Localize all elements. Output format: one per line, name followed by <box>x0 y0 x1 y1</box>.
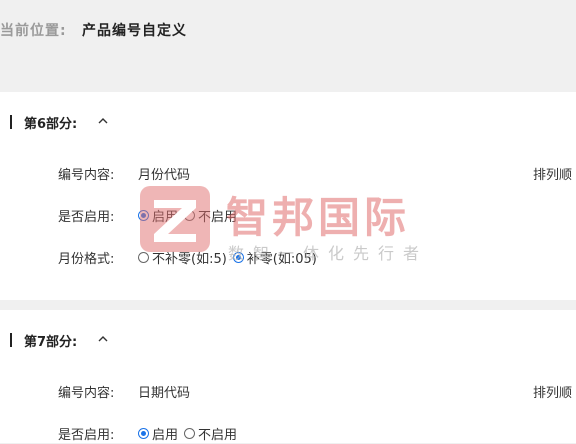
section-6-card: 第6部分: 编号内容: 月份代码 排列顺 是否启用: 启用 不启用 月份格式: … <box>0 92 576 300</box>
format-no-pad-radio[interactable]: 不补零(如:5) <box>138 248 227 267</box>
enable-on-label: 启用 <box>152 210 179 225</box>
enable-row: 是否启用: 启用 不启用 <box>0 424 576 444</box>
top-bar: 当前位置: 产品编号自定义 <box>0 0 576 60</box>
section-6-title: 第6部分: <box>24 116 78 132</box>
enable-label: 是否启用: <box>58 428 115 443</box>
section-7-card: 第7部分: 编号内容: 日期代码 排列顺 是否启用: 启用 不启用 <box>0 310 576 443</box>
enable-on-radio[interactable]: 启用 <box>138 424 178 443</box>
page-title: 产品编号自定义 <box>82 23 187 39</box>
enable-label: 是否启用: <box>58 210 115 225</box>
enable-off-radio[interactable]: 不启用 <box>184 424 237 443</box>
enable-off-label: 不启用 <box>198 210 238 225</box>
format-label: 月份格式: <box>58 252 115 267</box>
enable-off-radio[interactable]: 不启用 <box>184 206 237 225</box>
format-pad-radio[interactable]: 补零(如:05) <box>232 248 317 267</box>
radio-checked-icon[interactable] <box>232 252 244 263</box>
content-value: 日期代码 <box>138 386 191 401</box>
enable-on-radio[interactable]: 启用 <box>138 206 178 225</box>
section-7-header: 第7部分: <box>10 332 78 350</box>
chevron-up-icon[interactable] <box>96 114 110 128</box>
radio-unchecked-icon[interactable] <box>138 252 149 263</box>
radio-checked-icon[interactable] <box>138 210 149 221</box>
format-radio-group: 不补零(如:5) 补零(如:05) <box>138 248 323 267</box>
enable-radio-group: 启用 不启用 <box>138 206 243 225</box>
content-row: 编号内容: 日期代码 排列顺 <box>0 382 576 402</box>
enable-row: 是否启用: 启用 不启用 <box>0 206 576 226</box>
radio-unchecked-icon[interactable] <box>184 428 196 439</box>
format-pad-label: 补零(如:05) <box>246 252 317 267</box>
chevron-up-icon[interactable] <box>96 332 110 346</box>
content-label: 编号内容: <box>58 386 115 401</box>
content-label: 编号内容: <box>58 168 115 183</box>
section-6-header: 第6部分: <box>10 114 78 132</box>
content-row: 编号内容: 月份代码 排列顺 <box>0 164 576 184</box>
section-marker <box>10 333 12 347</box>
format-no-pad-label: 不补零(如:5) <box>152 252 227 267</box>
format-row: 月份格式: 不补零(如:5) 补零(如:05) <box>0 248 576 268</box>
radio-checked-icon[interactable] <box>138 428 149 439</box>
enable-off-label: 不启用 <box>198 428 238 443</box>
breadcrumb-label: 当前位置: <box>0 23 67 39</box>
order-label: 排列顺 <box>533 386 573 401</box>
section-marker <box>10 115 12 129</box>
radio-unchecked-icon[interactable] <box>184 210 196 221</box>
content-value: 月份代码 <box>138 168 191 183</box>
section-7-title: 第7部分: <box>24 334 78 350</box>
enable-radio-group: 启用 不启用 <box>138 424 243 443</box>
enable-on-label: 启用 <box>152 428 179 443</box>
order-label: 排列顺 <box>533 168 573 183</box>
